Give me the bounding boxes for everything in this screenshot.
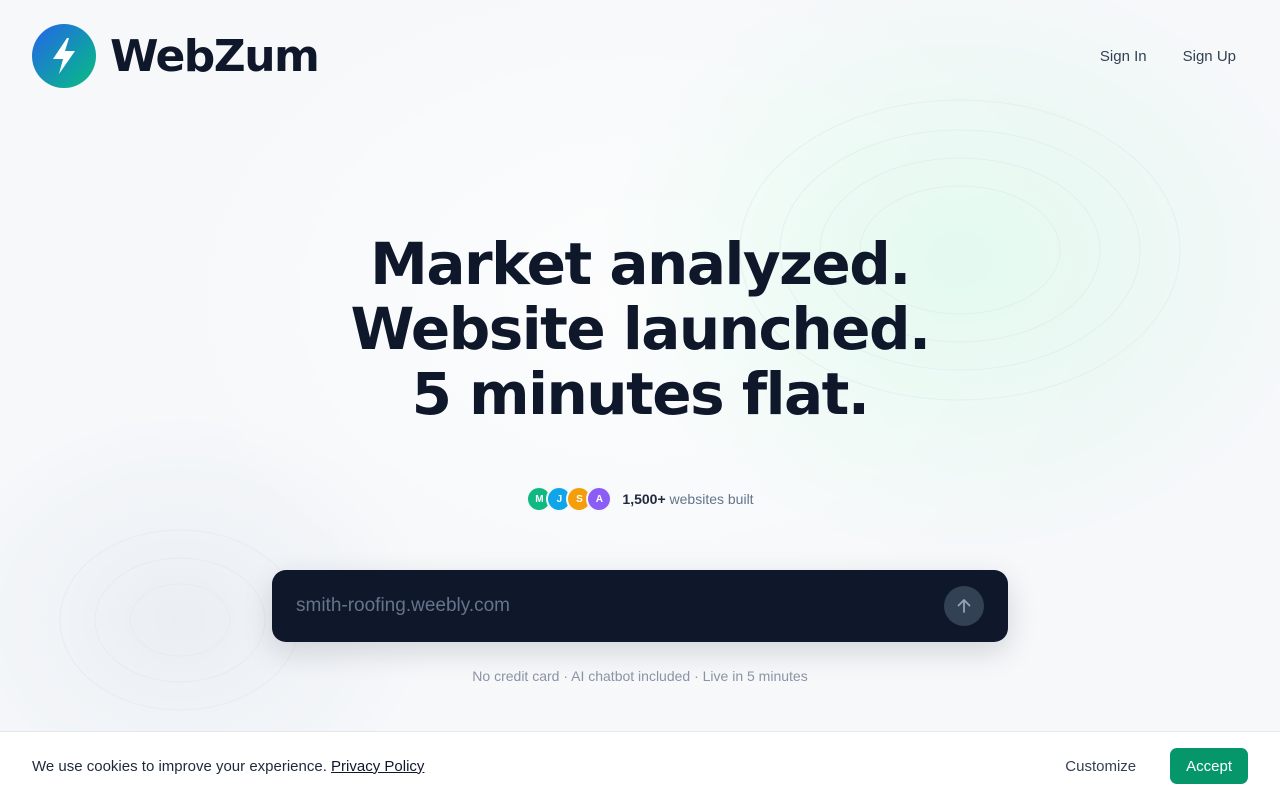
brand[interactable]: WebZum (32, 24, 320, 88)
social-proof: M J S A 1,500+ websites built (0, 486, 1280, 512)
headline-line-2: Website launched. (350, 295, 931, 363)
url-input[interactable] (296, 595, 896, 617)
sign-up-link[interactable]: Sign Up (1183, 48, 1236, 65)
cookie-message: We use cookies to improve your experienc… (32, 758, 424, 775)
hero-headline: Market analyzed. Website launched. 5 min… (0, 232, 1280, 427)
url-search-bar (272, 570, 1008, 642)
site-header: WebZum Sign In Sign Up (0, 0, 1280, 112)
websites-built-label: websites built (669, 491, 754, 507)
lightning-bolt-icon (32, 24, 96, 88)
accept-button[interactable]: Accept (1170, 748, 1248, 784)
cookie-banner: We use cookies to improve your experienc… (0, 731, 1280, 800)
privacy-policy-link[interactable]: Privacy Policy (331, 758, 424, 775)
arrow-up-icon (957, 599, 971, 613)
top-nav: Sign In Sign Up (1100, 48, 1248, 65)
cookie-text: We use cookies to improve your experienc… (32, 757, 327, 775)
websites-built-count: 1,500+ (622, 491, 666, 507)
cookie-actions: Customize Accept (1055, 748, 1248, 784)
headline-line-3: 5 minutes flat. (411, 360, 870, 428)
websites-built-text: 1,500+ websites built (622, 491, 753, 507)
customize-button[interactable]: Customize (1055, 750, 1146, 783)
hero: Market analyzed. Website launched. 5 min… (0, 232, 1280, 427)
avatar: A (586, 486, 613, 512)
features-line: No credit card · AI chatbot included · L… (472, 668, 808, 684)
headline-line-1: Market analyzed. (370, 230, 911, 298)
sign-in-link[interactable]: Sign In (1100, 48, 1147, 65)
avatar-stack: M J S A (526, 486, 613, 512)
submit-button[interactable] (944, 586, 984, 626)
brand-name: WebZum (110, 30, 320, 82)
